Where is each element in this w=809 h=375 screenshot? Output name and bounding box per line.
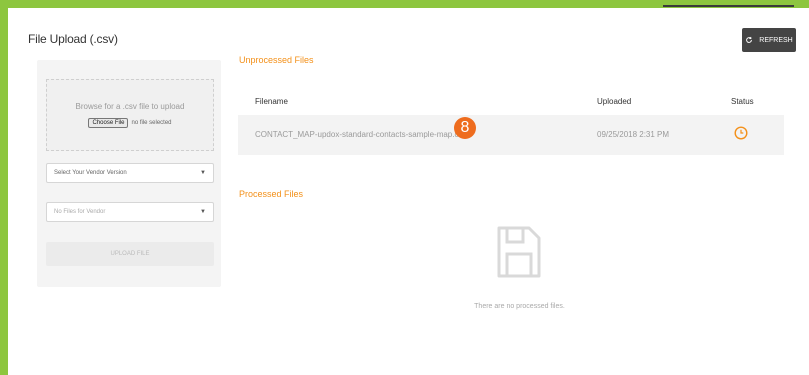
row-filename: CONTACT_MAP-updox-standard-contacts-samp…: [255, 130, 467, 139]
vendor-select-value: Select Your Vendor Version: [54, 170, 127, 176]
browse-text: Browse for a .csv file to upload: [75, 102, 185, 111]
refresh-icon: [746, 36, 753, 43]
clock-icon: [734, 126, 748, 140]
unprocessed-files-title: Unprocessed Files: [239, 55, 314, 65]
no-processed-files-message: There are no processed files.: [474, 303, 565, 310]
page-title: File Upload (.csv): [28, 32, 118, 46]
left-accent-bar: [0, 0, 8, 375]
refresh-label: REFRESH: [759, 36, 793, 44]
choose-file-button[interactable]: Choose File: [88, 118, 129, 128]
vendor-version-select[interactable]: Select Your Vendor Version ▼: [46, 163, 214, 183]
floppy-disk-icon: [497, 226, 541, 278]
caret-down-icon: ▼: [200, 209, 206, 215]
processed-files-title: Processed Files: [239, 189, 304, 199]
file-dropzone[interactable]: Browse for a .csv file to upload Choose …: [46, 79, 214, 151]
column-header-status: Status: [731, 97, 754, 106]
row-uploaded: 09/25/2018 2:31 PM: [597, 130, 670, 139]
upload-panel: Browse for a .csv file to upload Choose …: [37, 60, 221, 287]
step-number-badge: 8: [454, 117, 476, 139]
column-header-filename: Filename: [255, 97, 288, 106]
caret-down-icon: ▼: [200, 170, 206, 176]
files-select-value: No Files for Vendor: [54, 209, 106, 215]
header-underline: [663, 5, 794, 7]
refresh-button[interactable]: REFRESH: [742, 28, 796, 52]
no-file-label: no file selected: [131, 120, 172, 126]
vendor-files-select[interactable]: No Files for Vendor ▼: [46, 202, 214, 222]
upload-file-button[interactable]: UPLOAD FILE: [46, 242, 214, 266]
column-header-uploaded: Uploaded: [597, 97, 632, 106]
